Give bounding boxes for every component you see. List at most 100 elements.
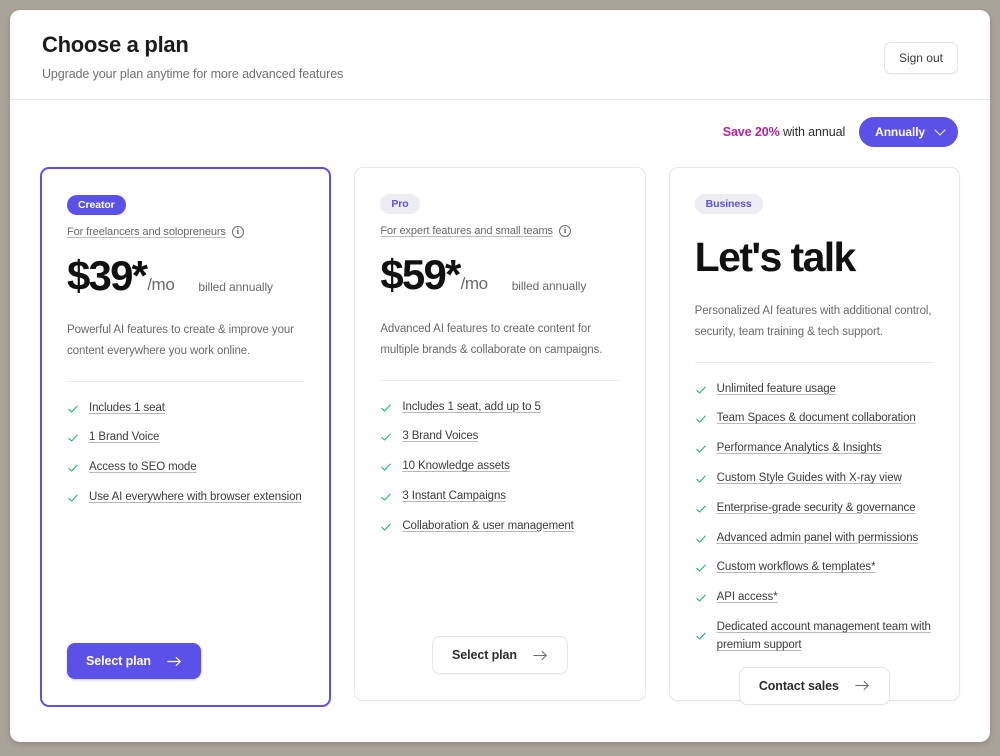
list-item: Includes 1 seat, add up to 5 — [380, 399, 619, 417]
plan-price-billing-note: billed annually — [511, 279, 587, 294]
plan-card-grid: Creator For freelancers and solopreneurs… — [10, 147, 990, 707]
list-item: Custom workflows & templates* — [695, 559, 934, 577]
billing-period-dropdown[interactable]: Annually — [859, 117, 958, 147]
plan-tagline-text: For expert features and small teams — [380, 225, 553, 237]
check-icon — [68, 405, 78, 413]
sign-out-button[interactable]: Sign out — [883, 42, 958, 74]
select-plan-button-pro[interactable]: Select plan — [432, 636, 568, 674]
feature-list-creator: Includes 1 seat 1 Brand Voice Access to … — [42, 382, 329, 519]
list-item: API access* — [695, 589, 934, 607]
plan-card-pro[interactable]: Pro For expert features and small teams … — [354, 167, 646, 701]
plan-price-row-creator: $39* /mo billed annually — [67, 252, 304, 299]
list-item: Performance Analytics & Insights — [695, 440, 934, 458]
check-icon — [381, 463, 392, 471]
check-icon — [381, 404, 392, 412]
page-header: Choose a plan Upgrade your plan anytime … — [10, 10, 990, 100]
plan-price-period: /mo — [460, 274, 489, 293]
plan-tagline-creator: For freelancers and solopreneurs i — [67, 226, 304, 238]
info-icon[interactable]: i — [558, 225, 571, 237]
plan-cta-container-pro: Select plan — [355, 636, 644, 700]
plan-card-header-creator: Creator For freelancers and solopreneurs… — [42, 169, 329, 382]
feature-label: 3 Instant Campaigns — [402, 490, 506, 503]
chevron-down-icon — [934, 124, 946, 136]
list-item: 3 Instant Campaigns — [380, 488, 619, 506]
plan-card-business[interactable]: Business Let's talk Personalized AI feat… — [668, 167, 960, 705]
plan-price-billing-note: billed annually — [198, 280, 273, 295]
plan-price-period: /mo — [147, 275, 175, 294]
cta-label: Contact sales — [758, 678, 839, 693]
feature-label: Enterprise-grade security & governance — [716, 501, 916, 514]
check-icon — [695, 565, 706, 573]
page-title: Choose a plan — [42, 32, 189, 57]
plan-tagline-text: For freelancers and solopreneurs — [67, 226, 226, 238]
plan-badge-creator: Creator — [67, 195, 126, 215]
feature-label: Performance Analytics & Insights — [716, 442, 882, 455]
arrow-right-icon — [855, 681, 869, 691]
plan-cta-container-creator: Select plan — [42, 643, 329, 705]
list-item: Includes 1 seat — [67, 400, 304, 418]
plan-price-row-pro: $59* /mo billed annually — [380, 252, 619, 297]
check-icon — [695, 632, 706, 640]
list-item: Team Spaces & document collaboration — [695, 410, 934, 428]
check-icon — [695, 594, 706, 602]
plan-description-pro: Advanced AI features to create content f… — [380, 323, 603, 357]
check-icon — [695, 415, 706, 423]
annual-savings-note: Save 20% with annual — [722, 125, 846, 139]
list-item: 1 Brand Voice — [67, 429, 304, 447]
check-icon — [695, 535, 706, 543]
list-item: Access to SEO mode — [67, 459, 304, 477]
cta-label: Select plan — [86, 654, 151, 668]
list-item: 10 Knowledge assets — [380, 458, 619, 476]
check-icon — [381, 493, 392, 501]
check-icon — [68, 464, 78, 472]
list-item: Use AI everywhere with browser extension — [67, 489, 304, 507]
feature-label: Collaboration & user management — [402, 519, 574, 532]
feature-label: Includes 1 seat — [89, 401, 165, 414]
feature-label: 10 Knowledge assets — [402, 460, 510, 473]
page-subtitle: Upgrade your plan anytime for more advan… — [42, 67, 344, 82]
feature-label: Team Spaces & document collaboration — [716, 412, 916, 425]
plan-description-business: Personalized AI features with additional… — [694, 305, 932, 339]
save-note-suffix: with annual — [779, 125, 846, 139]
plan-price-amount-business: Let's talk — [694, 234, 857, 280]
feature-label: Custom Style Guides with X-ray view — [716, 472, 902, 485]
check-icon — [381, 523, 392, 531]
billing-period-value: Annually — [875, 125, 925, 139]
check-icon — [381, 434, 392, 441]
list-item: Unlimited feature usage — [695, 381, 934, 399]
plan-cta-container-business: Contact sales — [670, 666, 959, 731]
feature-label: Use AI everywhere with browser extension — [89, 491, 302, 504]
arrow-right-icon — [533, 650, 547, 660]
check-icon — [695, 505, 706, 513]
feature-label: Custom workflows & templates* — [716, 561, 876, 574]
select-plan-button-creator[interactable]: Select plan — [67, 643, 201, 679]
plan-card-header-pro: Pro For expert features and small teams … — [355, 168, 644, 381]
feature-label: Includes 1 seat, add up to 5 — [402, 400, 541, 413]
plan-badge-pro: Pro — [380, 194, 420, 214]
feature-label: API access* — [716, 591, 778, 604]
check-icon — [695, 386, 706, 394]
cta-label: Select plan — [452, 648, 517, 662]
plan-description-creator: Powerful AI features to create & improve… — [67, 324, 294, 358]
check-icon — [695, 445, 706, 453]
info-icon[interactable]: i — [231, 226, 244, 238]
list-item: Enterprise-grade security & governance — [695, 500, 934, 518]
list-item: 3 Brand Voices — [380, 428, 619, 446]
feature-list-business: Unlimited feature usage Team Spaces & do… — [670, 363, 959, 667]
feature-label: Unlimited feature usage — [716, 382, 836, 395]
billing-period-row: Save 20% with annual Annually — [10, 100, 990, 147]
feature-label: 3 Brand Voices — [402, 430, 479, 443]
plan-card-creator[interactable]: Creator For freelancers and solopreneurs… — [40, 167, 332, 707]
save-percent-label: Save 20% — [722, 125, 780, 139]
feature-label: Access to SEO mode — [89, 461, 197, 474]
plan-price-amount: $39* — [67, 252, 148, 299]
check-icon — [695, 475, 706, 483]
check-icon — [68, 494, 78, 502]
feature-label: 1 Brand Voice — [89, 431, 160, 444]
plan-card-header-business: Business Let's talk Personalized AI feat… — [670, 168, 959, 363]
feature-label: Advanced admin panel with permissions — [716, 531, 919, 544]
contact-sales-button[interactable]: Contact sales — [738, 666, 890, 705]
plan-tagline-pro: For expert features and small teams i — [380, 225, 619, 237]
feature-list-pro: Includes 1 seat, add up to 5 3 Brand Voi… — [355, 381, 644, 548]
feature-label: Dedicated account management team with p… — [716, 621, 931, 651]
